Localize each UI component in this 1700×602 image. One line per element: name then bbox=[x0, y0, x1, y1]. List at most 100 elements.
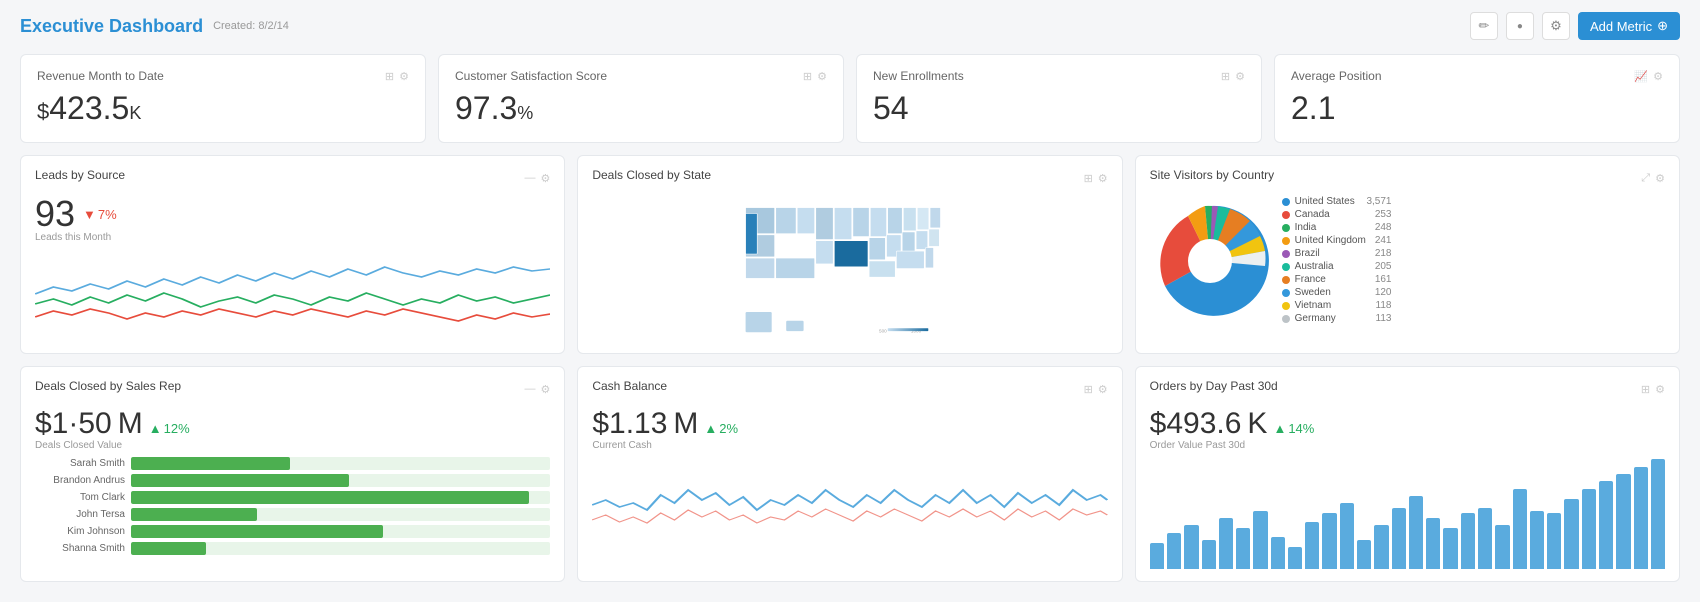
legend-item-au: Australia 205 bbox=[1282, 261, 1392, 272]
legend-val-au: 205 bbox=[1375, 261, 1392, 272]
orders-bar-item bbox=[1202, 540, 1216, 569]
metric-value-avgposition: 2.1 bbox=[1291, 91, 1663, 126]
orders-bar-item bbox=[1271, 537, 1285, 569]
orders-bar-item bbox=[1495, 525, 1509, 569]
chart-title-map: Deals Closed by State bbox=[592, 168, 711, 182]
cash-unit: M bbox=[673, 407, 698, 440]
salesrep-icon-minus[interactable]: — bbox=[524, 383, 535, 396]
salesrep-value: $1·50 M ▲ 12% bbox=[35, 407, 550, 440]
chart-title-salesrep: Deals Closed by Sales Rep bbox=[35, 379, 181, 393]
rep-name-kim: Kim Johnson bbox=[35, 526, 125, 537]
legend-dot-sw bbox=[1282, 289, 1290, 297]
metric-icon-gear4[interactable]: ⚙ bbox=[1653, 70, 1663, 83]
orders-bar-item bbox=[1426, 518, 1440, 569]
leads-change: ▼ 7% bbox=[83, 208, 117, 221]
cash-value: $1.13 M ▲ 2% bbox=[592, 407, 1107, 440]
legend-val-fr: 161 bbox=[1375, 274, 1392, 285]
legend-dot-vn bbox=[1282, 302, 1290, 310]
chart-title-cash: Cash Balance bbox=[592, 379, 667, 393]
chart-icon-minus[interactable]: — bbox=[524, 172, 535, 185]
orders-bar-item bbox=[1236, 528, 1250, 569]
metric-icon-table[interactable]: ⊞ bbox=[385, 70, 394, 83]
chart-icon-expand[interactable]: ⤢ bbox=[1641, 172, 1650, 185]
legend-item-fr: France 161 bbox=[1282, 274, 1392, 285]
metric-title-revenue: Revenue Month to Date bbox=[37, 69, 164, 83]
metric-icon-table2[interactable]: ⊞ bbox=[803, 70, 812, 83]
legend-dot-ca bbox=[1282, 211, 1290, 219]
chart-icon-gear3[interactable]: ⚙ bbox=[1655, 172, 1665, 185]
legend-name-sw: Sweden bbox=[1295, 287, 1366, 298]
legend-name-br: Brazil bbox=[1295, 248, 1366, 259]
orders-bar-item bbox=[1443, 528, 1457, 569]
chart-icon-gear[interactable]: ⚙ bbox=[540, 172, 550, 185]
unit-k: K bbox=[129, 103, 141, 123]
salesrep-icon-gear[interactable]: ⚙ bbox=[540, 383, 550, 396]
orders-icon-table[interactable]: ⊞ bbox=[1641, 383, 1650, 396]
metric-icon-chart[interactable]: 📈 bbox=[1634, 70, 1648, 83]
chart-visitors: Site Visitors by Country ⤢ ⚙ bbox=[1135, 155, 1680, 354]
arrow-up-icon: ▲ bbox=[149, 422, 162, 436]
bar-row-sarah: Sarah Smith bbox=[35, 457, 550, 470]
bottom-row: Deals Closed by Sales Rep — ⚙ $1·50 M ▲ … bbox=[20, 366, 1680, 582]
orders-icon-gear[interactable]: ⚙ bbox=[1655, 383, 1665, 396]
legend-dot-au bbox=[1282, 263, 1290, 271]
chart-icon-gear2[interactable]: ⚙ bbox=[1098, 172, 1108, 185]
orders-bar-chart bbox=[1150, 459, 1665, 569]
orders-bar-item bbox=[1616, 474, 1630, 569]
legend-name-fr: France bbox=[1295, 274, 1366, 285]
metrics-row: Revenue Month to Date ⊞ ⚙ $423.5K Custom… bbox=[20, 54, 1680, 143]
orders-bar-item bbox=[1409, 496, 1423, 569]
orders-change-pct: 14% bbox=[1288, 422, 1314, 436]
orders-bar-item bbox=[1167, 533, 1181, 570]
metric-card-csat: Customer Satisfaction Score ⊞ ⚙ 97.3% bbox=[438, 54, 844, 143]
cash-icon-gear[interactable]: ⚙ bbox=[1098, 383, 1108, 396]
legend-item-in: India 248 bbox=[1282, 222, 1392, 233]
metric-icon-gear2[interactable]: ⚙ bbox=[817, 70, 827, 83]
bar-row-john: John Tersa bbox=[35, 508, 550, 521]
chart-title-orders: Orders by Day Past 30d bbox=[1150, 379, 1278, 393]
rep-name-sarah: Sarah Smith bbox=[35, 458, 125, 469]
chart-title-visitors: Site Visitors by Country bbox=[1150, 168, 1275, 182]
circle-button[interactable]: ● bbox=[1506, 12, 1534, 40]
legend-name-ca: Canada bbox=[1295, 209, 1366, 220]
orders-bar-item bbox=[1582, 489, 1596, 570]
salesrep-unit: M bbox=[118, 407, 143, 440]
cash-change: ▲ 2% bbox=[704, 422, 738, 436]
legend-name-de: Germany bbox=[1295, 313, 1367, 324]
orders-bar-item bbox=[1478, 508, 1492, 570]
leads-change-pct: 7% bbox=[98, 208, 117, 221]
bar-row-shanna: Shanna Smith bbox=[35, 542, 550, 555]
legend-name-uk: United Kingdom bbox=[1295, 235, 1366, 246]
rep-name-shanna: Shanna Smith bbox=[35, 543, 125, 554]
circle-icon: ● bbox=[1517, 21, 1523, 32]
legend-dot-in bbox=[1282, 224, 1290, 232]
orders-sublabel: Order Value Past 30d bbox=[1150, 440, 1665, 451]
orders-bar-item bbox=[1374, 525, 1388, 569]
legend-item-vn: Vietnam 118 bbox=[1282, 300, 1392, 311]
orders-arrow-up: ▲ bbox=[1273, 422, 1286, 436]
legend-val-de: 113 bbox=[1376, 313, 1392, 324]
orders-bar-item bbox=[1651, 459, 1665, 569]
metric-icon-gear[interactable]: ⚙ bbox=[399, 70, 409, 83]
salesrep-change-pct: 12% bbox=[164, 422, 190, 436]
chart-icon-table[interactable]: ⊞ bbox=[1084, 172, 1093, 185]
gear-button[interactable]: ⚙ bbox=[1542, 12, 1570, 40]
legend-name-vn: Vietnam bbox=[1295, 300, 1367, 311]
salesrep-change: ▲ 12% bbox=[149, 422, 190, 436]
created-label: Created: 8/2/14 bbox=[213, 20, 289, 32]
metric-icon-table3[interactable]: ⊞ bbox=[1221, 70, 1230, 83]
orders-bar-item bbox=[1340, 503, 1354, 569]
leads-number: 93 bbox=[35, 196, 75, 232]
edit-button[interactable]: ✏ bbox=[1470, 12, 1498, 40]
legend-dot-fr bbox=[1282, 276, 1290, 284]
chart-deals-map: Deals Closed by State ⊞ ⚙ bbox=[577, 155, 1122, 354]
legend-name-in: India bbox=[1295, 222, 1366, 233]
orders-amount: $493.6 bbox=[1150, 407, 1242, 440]
metric-icon-gear3[interactable]: ⚙ bbox=[1235, 70, 1245, 83]
svg-text:500: 500 bbox=[879, 328, 887, 333]
add-metric-button[interactable]: Add Metric ⊕ bbox=[1578, 12, 1680, 40]
metric-card-enrollments: New Enrollments ⊞ ⚙ 54 bbox=[856, 54, 1262, 143]
pie-chart bbox=[1150, 201, 1270, 321]
legend-dot-br bbox=[1282, 250, 1290, 258]
cash-icon-table[interactable]: ⊞ bbox=[1084, 383, 1093, 396]
